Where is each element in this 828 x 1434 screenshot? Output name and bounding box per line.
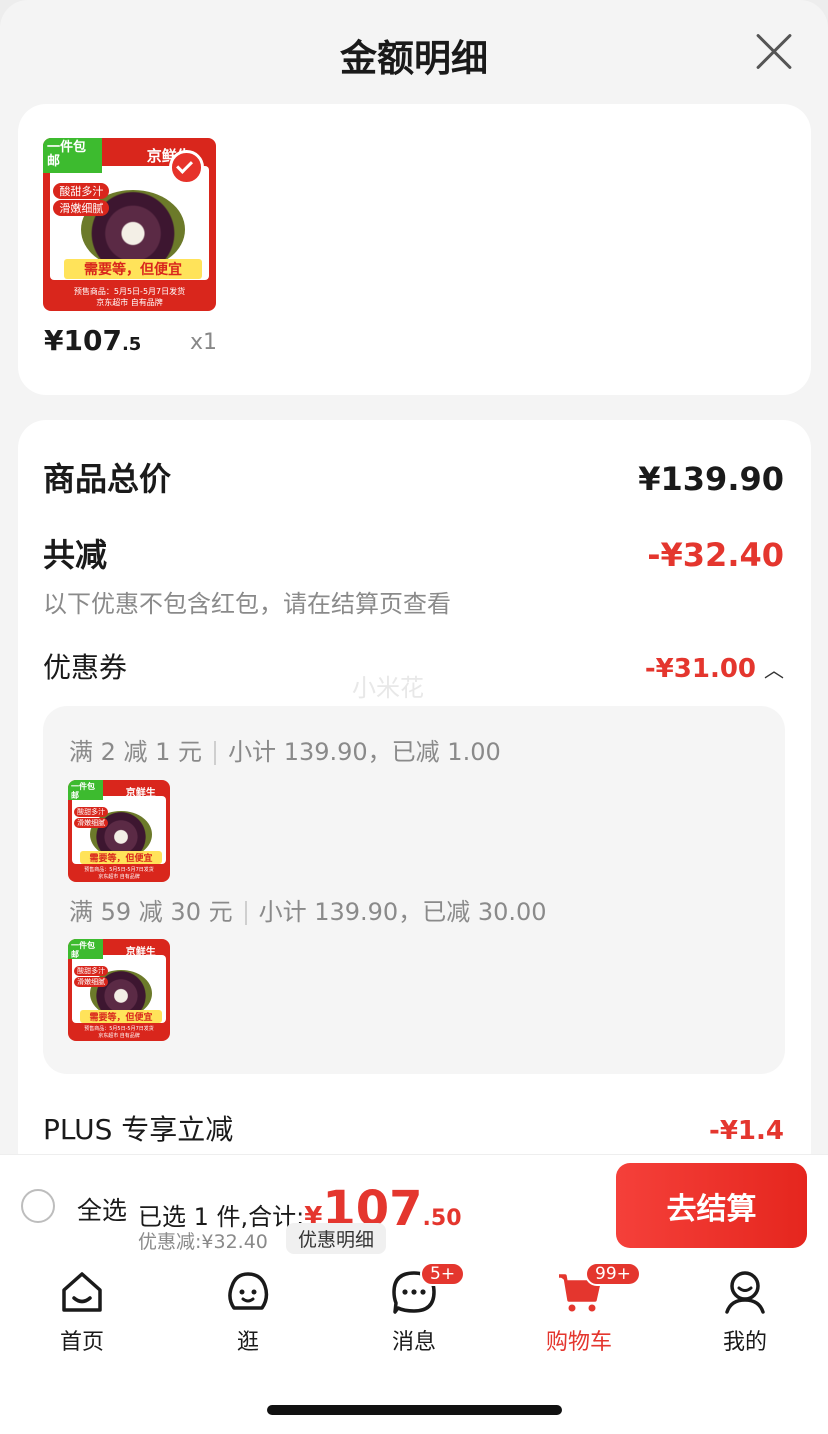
feature-tag: 滑嫩细腻 [53,200,110,217]
coupon-rule-line: 满 2 减 1 元小计 139.90，已减 1.00 [69,738,501,766]
bottom-tab-bar: 首页 逛 5+ 消息 99+ 购物车 我的 [0,1256,828,1434]
tab-browse[interactable]: 逛 [193,1268,303,1356]
close-icon[interactable] [754,32,794,72]
amount-detail-sheet: 金额明细 一件包邮 京鲜生 酸甜多汁 滑嫩细腻 需要等，但便宜 预售商品：5月5… [0,0,828,1180]
face-icon [224,1268,272,1316]
home-icon [58,1268,106,1316]
coupon-product-thumbnail[interactable]: 一件包邮 京鲜生 酸甜多汁 滑嫩细腻 需要等，但便宜 预售商品：5月5日-5月7… [68,780,170,882]
reduce-label: 共减 [43,536,108,574]
presale-note: 预售商品：5月5日-5月7日发货 京东超市 自有品牌 [73,286,186,307]
reduce-row: 共减 -¥32.40 [43,530,784,576]
feature-tag: 酸甜多汁 [53,182,110,199]
message-badge: 5+ [420,1262,466,1286]
tab-label: 我的 [722,1330,767,1355]
profile-icon [721,1268,769,1316]
tab-cart[interactable]: 99+ 购物车 [524,1262,641,1356]
message-icon: 5+ [390,1262,466,1316]
coupon-detail-box: 满 2 减 1 元小计 139.90，已减 1.00 一件包邮 京鲜生 酸甜多汁… [43,706,785,1074]
tab-home[interactable]: 首页 [27,1268,137,1356]
tab-profile[interactable]: 我的 [690,1268,800,1356]
home-indicator [267,1405,562,1415]
plus-row: PLUS 专享立减 -¥1.4 [43,1108,784,1148]
product-card: 一件包邮 京鲜生 酸甜多汁 滑嫩细腻 需要等，但便宜 预售商品：5月5日-5月7… [18,104,811,395]
select-all-label[interactable]: 全选 [77,1191,127,1227]
slogan: 需要等，但便宜 [63,259,203,280]
coupon-product-thumbnail[interactable]: 一件包邮 京鲜生 酸甜多汁 滑嫩细腻 需要等，但便宜 预售商品：5月5日-5月7… [68,939,170,1041]
free-shipping-badge: 一件包邮 [43,138,102,173]
checkout-button[interactable]: 去结算 [616,1163,807,1248]
plus-label: PLUS 专享立减 [43,1113,234,1146]
total-row: 商品总价 ¥139.90 [43,454,784,500]
cart-icon: 99+ [555,1262,641,1316]
price-detail-card: 商品总价 ¥139.90 共减 -¥32.40 以下优惠不包含红包，请在结算页查… [18,420,811,1180]
tab-label: 逛 [236,1330,259,1355]
product-thumbnail[interactable]: 一件包邮 京鲜生 酸甜多汁 滑嫩细腻 需要等，但便宜 预售商品：5月5日-5月7… [43,138,216,311]
select-all-radio[interactable] [21,1189,55,1223]
discount-summary: 优惠减:¥32.40 [138,1231,268,1253]
discount-note: 以下优惠不包含红包，请在结算页查看 [43,590,451,618]
coupon-rule-line: 满 59 减 30 元小计 139.90，已减 30.00 [69,898,547,926]
tab-label: 首页 [59,1330,104,1355]
sheet-title: 金额明细 [340,37,488,80]
total-label: 商品总价 [43,460,172,498]
coupon-value: -¥31.00 ︿ [644,654,784,684]
chevron-up-icon[interactable]: ︿ [764,654,784,683]
product-quantity: x1 [190,330,218,355]
plus-value: -¥1.4 [709,1116,784,1146]
checkout-bar: 全选 已选 1 件,合计:¥107.50 优惠减:¥32.40 优惠明细 去结算 [0,1154,828,1256]
total-value: ¥139.90 [638,460,784,498]
tab-label: 消息 [391,1330,436,1355]
tab-messages[interactable]: 5+ 消息 [359,1262,469,1356]
product-price: ¥107.5 [44,324,142,357]
coupon-label: 优惠券 [43,651,128,684]
cart-badge: 99+ [585,1262,641,1286]
discount-detail-button[interactable]: 优惠明细 [286,1223,387,1254]
selected-check-icon[interactable] [169,150,204,185]
tab-label: 购物车 [545,1330,612,1355]
watermark: 小米花 [352,674,424,702]
reduce-value: -¥32.40 [647,536,784,574]
